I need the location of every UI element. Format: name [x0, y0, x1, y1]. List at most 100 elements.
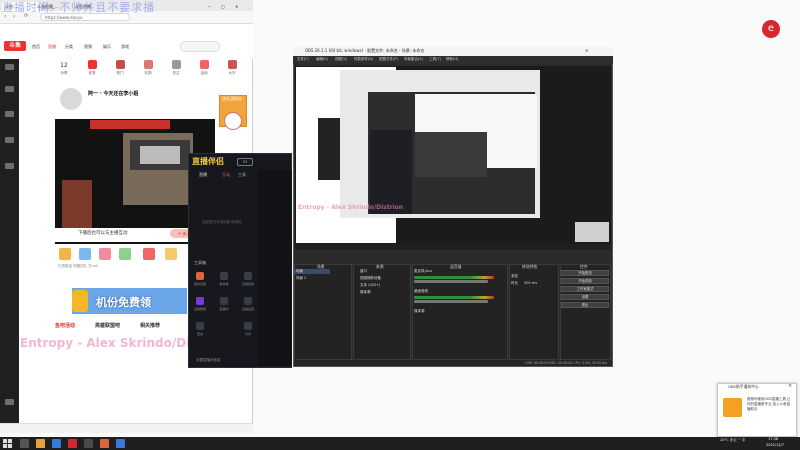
left-sidebar	[0, 59, 19, 432]
quick-item[interactable]: 礼物	[139, 60, 157, 76]
tab-live[interactable]: 直播	[199, 172, 207, 178]
gift-icon[interactable]	[143, 248, 155, 260]
nav-link[interactable]: 游戏	[121, 44, 129, 50]
scene-item[interactable]: 场景	[296, 269, 303, 274]
start-recording-button[interactable]: 开始录制	[561, 278, 609, 284]
scene-item[interactable]: 场景 2	[296, 276, 306, 281]
transition-select[interactable]: 渐变	[511, 274, 518, 279]
clock-date[interactable]: 2021/12/7	[766, 443, 784, 447]
follow-icon[interactable]	[5, 163, 14, 169]
menu-item[interactable]: 工具(T)	[429, 57, 441, 62]
nav-link[interactable]: 娱乐	[103, 44, 111, 50]
system-tray[interactable]: 28°C 多云 ^ 中	[720, 438, 745, 443]
tool-item[interactable]: 直播间	[217, 297, 231, 311]
gift-icon[interactable]	[165, 248, 177, 260]
gift-icon[interactable]	[59, 248, 71, 260]
category-icon[interactable]	[5, 111, 14, 117]
close-icon[interactable]: ✕	[585, 48, 588, 53]
volume-meter	[414, 276, 494, 279]
home-icon[interactable]	[5, 64, 14, 70]
quick-item[interactable]: 关注	[167, 60, 185, 76]
avatar[interactable]	[60, 88, 82, 110]
app-shortcut-icon[interactable]: e	[762, 20, 780, 38]
menu-item[interactable]: 文件(F)	[297, 57, 309, 62]
toast-app-icon	[723, 398, 742, 417]
menu-item[interactable]: 帮助(H)	[446, 57, 458, 62]
version-badge: V3	[237, 158, 253, 166]
exit-button[interactable]: 退出	[561, 302, 609, 308]
nav-link[interactable]: 视频	[84, 44, 92, 50]
promo-label: 送礼送粉丝	[222, 96, 242, 101]
quick-item[interactable]: 12 分享	[55, 60, 73, 76]
obs-icon[interactable]	[84, 439, 93, 448]
volume-slider[interactable]	[414, 300, 488, 303]
dock-title: 转场特效	[522, 264, 538, 269]
quick-item[interactable]: 大厅	[223, 60, 241, 76]
source-item[interactable]: 窗口	[360, 269, 367, 274]
tool-item[interactable]: 粉丝榜	[217, 272, 231, 286]
gift-icon[interactable]	[119, 248, 131, 260]
file-explorer-icon[interactable]	[36, 439, 45, 448]
download-icon[interactable]	[5, 399, 14, 405]
menu-item[interactable]: 视图(V)	[335, 57, 347, 62]
nav-link[interactable]: 首页	[32, 44, 40, 50]
tool-item[interactable]: 直播回放	[241, 272, 255, 286]
browser-icon[interactable]	[52, 439, 61, 448]
event-icon	[199, 60, 209, 69]
start-streaming-button[interactable]: 开始推流	[561, 270, 609, 276]
windows-start-icon[interactable]	[3, 439, 12, 448]
quick-item[interactable]: 活动	[195, 60, 213, 76]
hall-icon	[227, 60, 237, 69]
duration-input[interactable]: 300 ms	[524, 281, 537, 285]
tagline[interactable]: 英雄联盟吧	[95, 322, 120, 329]
site-search-input[interactable]	[180, 41, 220, 52]
search-icon[interactable]	[20, 439, 29, 448]
clock-time[interactable]: 17:38	[768, 437, 778, 441]
quick-count: 12	[60, 62, 68, 69]
player-caption: 下播后也可以与主播互动	[78, 231, 128, 236]
settings-icon	[244, 297, 252, 305]
menu-item[interactable]: 配置文件(P)	[379, 57, 398, 62]
tool-item[interactable]: 分享	[241, 322, 255, 336]
menu-item[interactable]: 停靠部件(D)	[354, 57, 373, 62]
tool-item[interactable]: 更多	[193, 322, 207, 336]
room-info-button[interactable]: 设置直播间信息	[196, 358, 221, 363]
site-logo[interactable]: 斗鱼	[4, 41, 26, 51]
tool-item[interactable]: 我的直播	[193, 272, 207, 286]
settings-button[interactable]: 设置	[561, 294, 609, 300]
nav-link[interactable]: 分类	[65, 44, 73, 50]
quick-item[interactable]: 热门	[111, 60, 129, 76]
maximize-icon[interactable]: □	[218, 2, 228, 11]
volume-meter	[414, 296, 494, 299]
preview-song-overlay: Entropy - Alex Skrindo/Distrion	[298, 204, 404, 211]
close-icon[interactable]: ✕	[232, 2, 241, 11]
ad-text: 机份免费领	[96, 296, 151, 309]
tagline[interactable]: 相关推荐	[140, 322, 160, 329]
source-item[interactable]: 媒体源	[360, 290, 371, 295]
tagline[interactable]: 鱼吧活动	[55, 322, 75, 329]
menu-item[interactable]: 编辑(E)	[316, 57, 328, 62]
studio-mode-button[interactable]: 工作室模式	[561, 286, 609, 292]
nav-link[interactable]: 直播	[48, 44, 56, 50]
replay-icon	[244, 272, 252, 280]
video-icon[interactable]	[5, 137, 14, 143]
minimize-icon[interactable]: ─	[205, 2, 213, 11]
app-icon[interactable]	[116, 439, 125, 448]
live-icon[interactable]	[5, 86, 14, 92]
douyu-icon[interactable]	[68, 439, 77, 448]
tool-item[interactable]: 直播设置	[241, 297, 255, 311]
source-item[interactable]: 文本 (GDI+)	[360, 283, 380, 288]
player-banner	[90, 120, 170, 129]
volume-slider[interactable]	[414, 280, 488, 283]
menu-item[interactable]: 场景集合(S)	[404, 57, 423, 62]
gift-icon[interactable]	[79, 248, 91, 260]
gift-icon[interactable]	[99, 248, 111, 260]
stream-assistant-logo: 直播伴侣	[192, 157, 224, 166]
quick-item[interactable]: 任务	[83, 60, 101, 76]
source-item[interactable]: 视频捕获设备	[360, 276, 381, 281]
tool-item[interactable]: 直播数据	[193, 297, 207, 311]
tab-interact[interactable]: 互动	[222, 172, 230, 178]
close-icon[interactable]: ×	[788, 383, 792, 389]
stream-assistant-icon[interactable]	[100, 439, 109, 448]
tab-tools[interactable]: 工具	[238, 172, 246, 178]
